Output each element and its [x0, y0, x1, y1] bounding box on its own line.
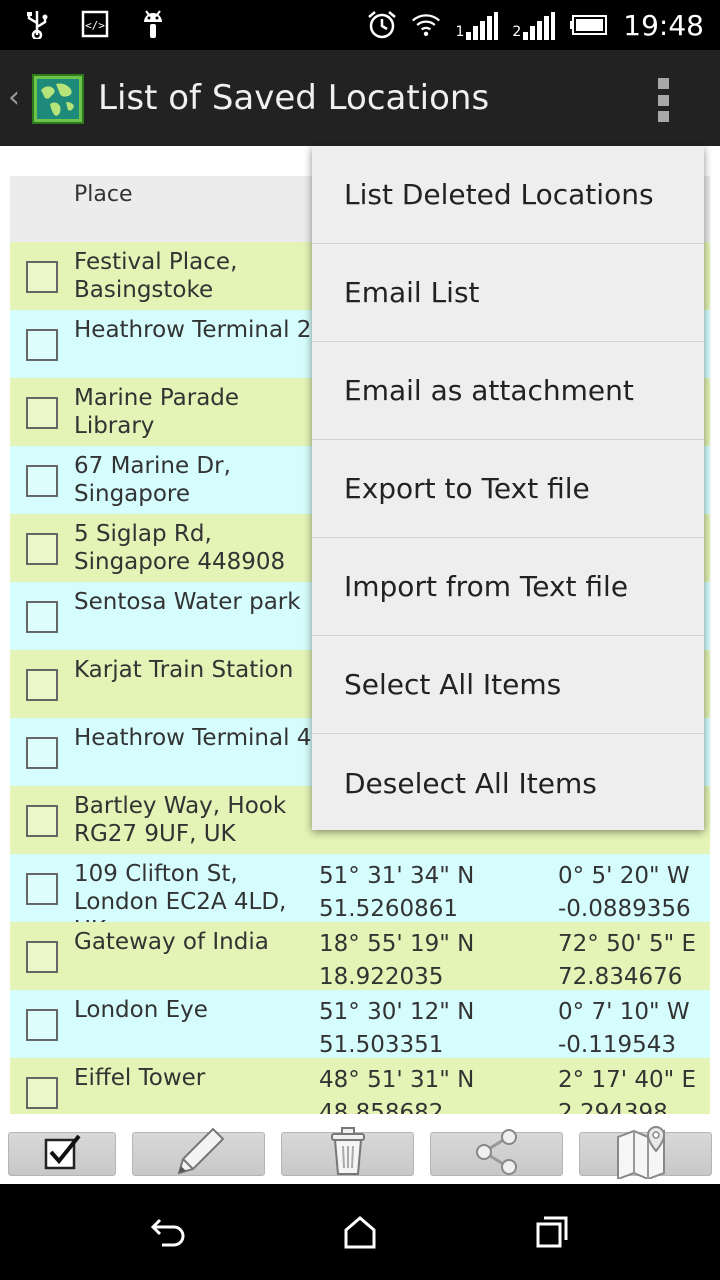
table-row[interactable]: London Eye 51° 30' 12" N 51.503351 0° 7' 10… [10, 990, 710, 1058]
place-name: Heathrow Terminal 4 [74, 725, 312, 751]
signal-1-icon: 1 [455, 10, 499, 40]
app-globe-icon[interactable] [32, 74, 84, 124]
latitude-dms: 51° 31' 34" N [319, 863, 475, 889]
page-title: List of Saved Locations [98, 78, 490, 118]
longitude-dms: 2° 17' 40" E [558, 1067, 697, 1093]
longitude-dms: 0° 5' 20" W [558, 863, 690, 889]
map-icon [614, 1125, 678, 1183]
place-name: Gateway of India [74, 929, 269, 955]
row-checkbox[interactable] [26, 1009, 58, 1041]
menu-item-email-list[interactable]: Email List [312, 244, 704, 342]
back-icon[interactable] [146, 1212, 190, 1252]
up-chevron-icon[interactable]: ‹ [8, 80, 20, 115]
place-name: Marine Parade Library [74, 385, 240, 439]
battery-icon [569, 9, 609, 41]
row-checkbox[interactable] [26, 397, 58, 429]
row-checkbox[interactable] [26, 465, 58, 497]
sim1-label: 1 [455, 24, 465, 40]
longitude: 2° 17' 40" E 2.294398 [558, 1064, 696, 1114]
place-name: Festival Place, Basingstoke [74, 249, 238, 303]
row-checkbox[interactable] [26, 737, 58, 769]
row-checkbox[interactable] [26, 805, 58, 837]
recents-icon[interactable] [530, 1212, 574, 1252]
latitude-dms: 51° 30' 12" N [319, 999, 475, 1025]
row-checkbox[interactable] [26, 533, 58, 565]
home-icon[interactable] [338, 1212, 382, 1252]
latitude: 18° 55' 19" N 18.922035 [319, 928, 474, 994]
map-button[interactable] [579, 1125, 712, 1181]
overflow-dot [657, 78, 669, 89]
row-checkbox[interactable] [26, 873, 58, 905]
place-name: London Eye [74, 997, 208, 1023]
svg-text:</>: </> [85, 19, 105, 32]
longitude-dms: 72° 50' 5" E [558, 931, 697, 957]
row-checkbox[interactable] [26, 261, 58, 293]
clock: 19:48 [623, 8, 704, 42]
menu-item-list-deleted[interactable]: List Deleted Locations [312, 146, 704, 244]
delete-button[interactable] [281, 1127, 414, 1176]
place-name: Sentosa Water park [74, 589, 301, 615]
latitude: 48° 51' 31" N 48.858682 [319, 1064, 474, 1114]
row-checkbox[interactable] [26, 941, 58, 973]
place-name: Karjat Train Station [74, 657, 294, 683]
latitude: 51° 31' 34" N 51.5260861 [319, 860, 474, 926]
wifi-icon [411, 9, 441, 41]
overflow-menu: List Deleted Locations Email List Email as… [312, 146, 704, 830]
row-checkbox[interactable] [26, 669, 58, 701]
overflow-dot [657, 111, 669, 122]
trash-icon [328, 1126, 368, 1182]
select-toggle-button[interactable] [8, 1132, 116, 1176]
menu-item-select-all[interactable]: Select All Items [312, 636, 704, 734]
place-name: Eiffel Tower [74, 1065, 206, 1091]
column-header-place: Place [74, 182, 133, 207]
longitude: 0° 5' 20" W -0.0889356 [558, 860, 691, 926]
longitude-decimal: 2.294398 [558, 1100, 668, 1114]
place-name: Bartley Way, Hook RG27 9UF, UK [74, 793, 287, 847]
pencil-icon [169, 1125, 229, 1183]
android-icon [138, 8, 168, 40]
table-row[interactable]: Gateway of India 18° 55' 19" N 18.922035 72… [10, 922, 710, 990]
action-bar: ‹ List of Saved Locations [0, 50, 720, 146]
place-name: 67 Marine Dr, Singapore [74, 453, 231, 507]
menu-item-export-text[interactable]: Export to Text file [312, 440, 704, 538]
sim2-label: 2 [512, 24, 522, 40]
bottom-toolbar [0, 1122, 720, 1184]
alarm-icon [367, 9, 397, 41]
edit-button[interactable] [132, 1127, 265, 1176]
place-name: Heathrow Terminal 2 [74, 317, 312, 343]
overflow-dot [657, 94, 669, 106]
usb-icon [22, 8, 52, 40]
row-checkbox[interactable] [26, 1077, 58, 1109]
latitude-decimal: 48.858682 [319, 1100, 444, 1114]
longitude: 72° 50' 5" E 72.834676 [558, 928, 696, 994]
latitude-dms: 48° 51' 31" N [319, 1067, 475, 1093]
overflow-menu-icon[interactable] [656, 78, 670, 122]
table-row[interactable]: Eiffel Tower 48° 51' 31" N 48.858682 2° 17'… [10, 1058, 710, 1114]
menu-item-deselect-all[interactable]: Deselect All Items [312, 734, 704, 832]
menu-item-import-text[interactable]: Import from Text file [312, 538, 704, 636]
row-checkbox[interactable] [26, 601, 58, 633]
row-checkbox[interactable] [26, 329, 58, 361]
checkbox-icon [42, 1134, 82, 1174]
menu-item-email-attachment[interactable]: Email as attachment [312, 342, 704, 440]
latitude: 51° 30' 12" N 51.503351 [319, 996, 474, 1062]
signal-2-icon: 2 [512, 10, 556, 40]
table-row[interactable]: 109 Clifton St, London EC2A 4LD, UK51° 3… [10, 854, 710, 943]
place-name: 5 Siglap Rd, Singapore 448908 [74, 521, 286, 575]
navigation-bar [0, 1184, 720, 1280]
share-button[interactable] [430, 1129, 563, 1176]
share-icon [472, 1127, 522, 1181]
debug-icon: </> [80, 8, 110, 40]
longitude-dms: 0° 7' 10" W [558, 999, 690, 1025]
latitude-dms: 18° 55' 19" N [319, 931, 475, 957]
status-bar: </> 1 2 19:48 [0, 0, 720, 50]
longitude: 0° 7' 10" W -0.119543 [558, 996, 690, 1062]
